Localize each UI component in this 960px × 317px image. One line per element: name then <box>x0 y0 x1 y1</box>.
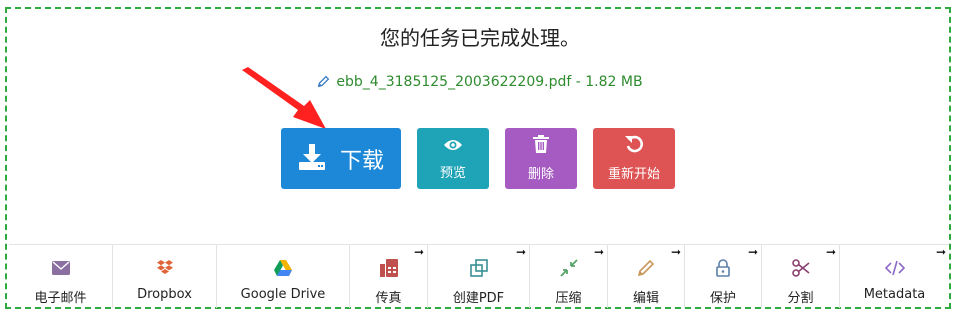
create-pdf-icon <box>469 258 488 278</box>
file-separator: - <box>571 74 586 90</box>
tool-edit[interactable]: ➞ 编辑 <box>608 245 685 308</box>
fax-icon <box>379 258 398 278</box>
tool-label: Dropbox <box>137 287 192 302</box>
tool-label: 编辑 <box>632 291 659 306</box>
arrow-icon: ➞ <box>670 245 681 259</box>
trash-icon <box>533 135 549 157</box>
restart-button[interactable]: 重新开始 <box>593 128 675 189</box>
tool-protect[interactable]: ➞ 保护 <box>685 245 762 308</box>
tool-google-drive[interactable]: Google Drive <box>217 245 350 308</box>
download-button[interactable]: 下载 <box>281 128 401 189</box>
download-icon <box>298 143 326 174</box>
tool-split[interactable]: ➞ 分割 <box>762 245 840 308</box>
tool-label: 分割 <box>787 291 814 306</box>
restart-label: 重新开始 <box>607 167 660 182</box>
arrow-icon: ➞ <box>825 245 836 259</box>
preview-label: 预览 <box>439 165 466 181</box>
tool-label: Metadata <box>863 287 926 302</box>
file-name[interactable]: ebb_4_3185125_2003622209.pdf <box>336 74 571 90</box>
eye-icon <box>443 137 463 156</box>
tool-label: Google Drive <box>240 287 326 302</box>
tool-label: 创建PDF <box>452 291 505 306</box>
compress-icon <box>559 258 578 278</box>
tool-label: 电子邮件 <box>34 291 87 306</box>
tool-label: 保护 <box>709 291 736 306</box>
tool-metadata[interactable]: ➞ Metadata <box>840 245 949 308</box>
delete-button[interactable]: 删除 <box>505 128 577 189</box>
envelope-icon <box>51 258 70 278</box>
code-icon <box>884 258 905 278</box>
tool-bar: 电子邮件 Dropbox Google Drive ➞ 传真 ➞ 创建PDF ➞… <box>9 244 949 308</box>
pointer-arrow-icon <box>242 67 326 129</box>
download-label: 下载 <box>339 148 384 174</box>
tool-email[interactable]: 电子邮件 <box>9 245 113 308</box>
google-drive-icon <box>274 258 292 278</box>
pencil-icon <box>637 258 655 278</box>
scissors-icon <box>791 258 810 278</box>
delete-label: 删除 <box>527 167 554 182</box>
arrow-icon: ➞ <box>515 245 526 259</box>
restart-icon <box>625 135 643 157</box>
preview-button[interactable]: 预览 <box>417 128 489 189</box>
status-title: 您的任务已完成处理。 <box>380 26 580 50</box>
tool-label: 压缩 <box>555 291 582 306</box>
arrow-icon: ➞ <box>593 245 604 259</box>
tool-label: 传真 <box>375 291 402 306</box>
tool-dropbox[interactable]: Dropbox <box>113 245 217 308</box>
dropbox-icon <box>156 258 174 278</box>
tool-create-pdf[interactable]: ➞ 创建PDF <box>428 245 530 308</box>
arrow-icon: ➞ <box>935 245 946 259</box>
file-info: ebb_4_3185125_2003622209.pdf - 1.82 MB <box>0 74 960 92</box>
arrow-icon: ➞ <box>413 245 424 259</box>
arrow-icon: ➞ <box>747 245 758 259</box>
lock-icon <box>715 258 731 278</box>
tool-fax[interactable]: ➞ 传真 <box>350 245 428 308</box>
file-size: 1.82 MB <box>585 74 643 90</box>
tool-compress[interactable]: ➞ 压缩 <box>530 245 608 308</box>
